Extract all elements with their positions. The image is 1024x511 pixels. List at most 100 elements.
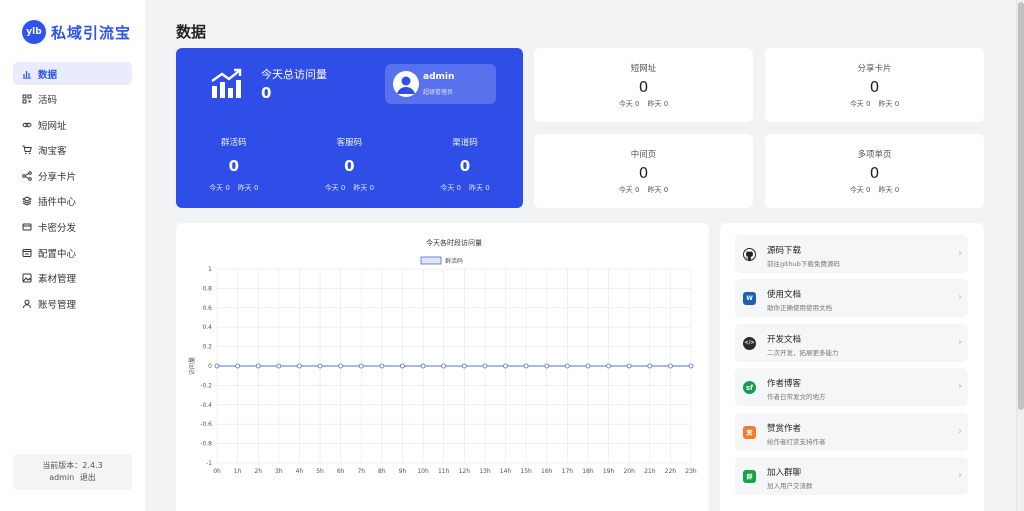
- data-point: [338, 363, 344, 369]
- card-shorturl: 短网址 0 今天 0 昨天 0: [534, 48, 753, 122]
- chart-panel: 今天各时段访问量 群活码 1 0.8 0.6 0.4 0.2 0 -0.2 -0.4 -0.6 -0.…: [176, 223, 709, 511]
- page-scrollbar[interactable]: [1016, 0, 1024, 511]
- group-icon: 群: [743, 470, 756, 483]
- chevron-right-icon: ›: [958, 381, 962, 393]
- share-icon: [22, 171, 32, 181]
- card-yesterday: 昨天 0: [647, 186, 669, 194]
- sidebar-item-label: 插件中心: [38, 197, 77, 209]
- data-point: [420, 363, 426, 369]
- data-point: [235, 363, 241, 369]
- card-icon: [22, 222, 32, 232]
- card-value: 0: [638, 164, 649, 182]
- card-label: 中间页: [630, 150, 657, 160]
- sidebar-item-data[interactable]: 数据: [13, 62, 132, 85]
- stat-yesterday: 昨天 0: [237, 184, 259, 192]
- cart-icon: [22, 145, 32, 155]
- layers-icon: [22, 196, 32, 207]
- y-tick-label: 0.4: [202, 324, 212, 331]
- link-title: 加入群聊: [767, 468, 802, 478]
- card-value: 0: [869, 164, 880, 182]
- sidebar-item-cardkey[interactable]: 卡密分发: [13, 216, 132, 239]
- x-tick-label: 14h: [500, 468, 512, 475]
- sidebar-item-qrcode[interactable]: 活码: [13, 88, 132, 111]
- y-tick-label: 0: [208, 363, 212, 370]
- y-tick-label: -0.8: [200, 441, 212, 448]
- x-tick-label: 5h: [316, 468, 324, 475]
- y-tick-label: -0.6: [200, 421, 212, 428]
- version-label: 当前版本：2.4.3: [42, 461, 103, 470]
- card-sub: 今天 0 昨天 0: [534, 185, 753, 195]
- x-tick-label: 22h: [665, 468, 677, 475]
- data-point: [358, 363, 364, 369]
- sidebar-item-config[interactable]: 配置中心: [13, 241, 132, 264]
- link-desc: 助你正确使用使用文档: [767, 304, 832, 313]
- data-point: [255, 363, 261, 369]
- sidebar-item-plugins[interactable]: 插件中心: [13, 190, 132, 213]
- current-user: admin: [49, 473, 75, 482]
- data-point: [461, 363, 467, 369]
- card-yesterday: 昨天 0: [647, 100, 669, 108]
- stat-label: 群活码: [221, 138, 247, 148]
- stat-value: 0: [459, 157, 471, 175]
- link-source-download[interactable]: 源码下载 前往github下载免费源码 ›: [735, 235, 968, 273]
- stat-today: 今天 0: [209, 184, 230, 192]
- card-label: 短网址: [630, 64, 657, 74]
- link-reward-author[interactable]: 赏 赞赏作者 给作者打赏支持作者 ›: [735, 412, 968, 451]
- y-tick-label: -0.4: [200, 402, 212, 409]
- code-icon: </>: [743, 336, 756, 350]
- x-tick-label: 20h: [623, 468, 635, 475]
- data-point: [544, 363, 550, 369]
- stat-yesterday: 昨天 0: [353, 184, 375, 192]
- x-tick-label: 8h: [378, 468, 386, 475]
- user-icon: [22, 299, 32, 309]
- stat-sub: 今天 0 昨天 0: [292, 183, 408, 193]
- data-point: [647, 363, 653, 369]
- app-logo[interactable]: ylb 私域引流宝: [22, 20, 131, 44]
- stat-value: 0: [228, 157, 240, 175]
- card-label: 分享卡片: [857, 64, 892, 74]
- sidebar-item-taobaoke[interactable]: 淘宝客: [13, 139, 132, 162]
- stat-channel-qrcode: 渠道码 0 今天 0 昨天 0: [407, 136, 523, 193]
- card-multipage: 多项单页 0 今天 0 昨天 0: [765, 134, 984, 208]
- hero-card: 今天总访问量 0 admin 超级管理员 群活码 0 今天 0 昨天 0 客服码 …: [176, 48, 523, 208]
- sidebar-item-sharecard[interactable]: 分享卡片: [13, 164, 132, 187]
- scrollbar-thumb[interactable]: [1018, 2, 1024, 410]
- admin-card[interactable]: admin 超级管理员: [385, 64, 496, 104]
- card-today: 今天 0: [849, 100, 871, 108]
- link-title: 作者博客: [767, 379, 802, 390]
- links-panel: 源码下载 前往github下载免费源码 › W 使用文档 助你正确使用使用文档 …: [720, 223, 984, 511]
- logo-text: 私域引流宝: [51, 23, 132, 42]
- legend-label: 群活码: [445, 257, 463, 265]
- sidebar-item-shorturl[interactable]: 短网址: [13, 113, 132, 136]
- x-tick-label: 3h: [275, 468, 283, 475]
- link-dev-docs[interactable]: </> 开发文档 二次开发，拓展更多能力 ›: [735, 323, 968, 362]
- x-tick-label: 11h: [438, 468, 450, 475]
- logout-link[interactable]: 退出: [80, 473, 96, 482]
- link-desc: 二次开发，拓展更多能力: [767, 348, 839, 357]
- card-value: 0: [869, 78, 880, 96]
- link-author-blog[interactable]: sf 作者博客 作者日常发文的地方 ›: [735, 368, 968, 407]
- link-user-docs[interactable]: W 使用文档 助你正确使用使用文档 ›: [735, 279, 968, 318]
- sidebar-item-label: 素材管理: [38, 274, 77, 286]
- data-point: [688, 363, 694, 369]
- total-visits-label: 今天总访问量: [261, 68, 327, 81]
- sidebar-item-accounts[interactable]: 账号管理: [13, 292, 132, 315]
- x-tick-label: 6h: [337, 468, 345, 475]
- y-tick-label: 1: [208, 266, 212, 273]
- x-tick-label: 15h: [520, 468, 532, 475]
- stat-today: 今天 0: [440, 184, 461, 192]
- data-point: [214, 363, 220, 369]
- card-sub: 今天 0 昨天 0: [765, 99, 984, 109]
- x-tick-label: 21h: [644, 468, 656, 475]
- page-title: 数据: [176, 23, 207, 41]
- reward-icon: 赏: [743, 425, 756, 439]
- link-join-group[interactable]: 群 加入群聊 加入用户交流群 ›: [735, 457, 968, 495]
- stat-today: 今天 0: [324, 184, 346, 192]
- sidebar-item-materials[interactable]: 素材管理: [13, 267, 132, 290]
- y-tick-label: 0.2: [202, 344, 212, 351]
- x-tick-label: 19h: [603, 468, 615, 475]
- card-today: 今天 0: [849, 186, 871, 194]
- card-midpage: 中间页 0 今天 0 昨天 0: [534, 134, 753, 208]
- stat-value: 0: [344, 157, 355, 175]
- x-tick-label: 0h: [213, 468, 221, 475]
